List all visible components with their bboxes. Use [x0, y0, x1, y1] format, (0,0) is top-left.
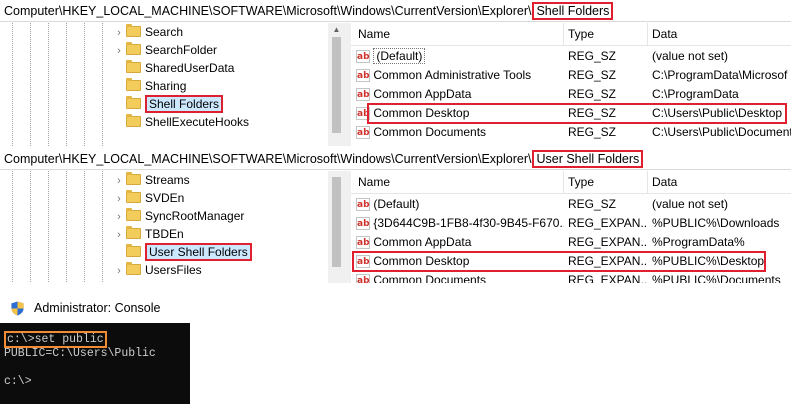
tree-scrollbar[interactable]: ▲: [328, 23, 345, 146]
scroll-up-icon[interactable]: ▲: [328, 23, 345, 37]
tree-item[interactable]: › TBDEn: [112, 225, 184, 243]
folder-icon: [126, 262, 141, 275]
column-type[interactable]: Type: [568, 175, 594, 189]
folder-icon: [126, 172, 141, 185]
string-value-icon: ab: [356, 69, 370, 82]
scroll-thumb[interactable]: [332, 177, 341, 267]
table-row[interactable]: ab (Default) REG_SZ (value not set): [351, 195, 791, 214]
console-body[interactable]: c:\>set public PUBLIC=C:\Users\Public c:…: [0, 323, 190, 404]
address-highlight: User Shell Folders: [532, 150, 644, 168]
address-highlight: Shell Folders: [532, 2, 614, 20]
string-value-icon: ab: [356, 107, 370, 120]
folder-icon: [126, 114, 141, 127]
chevron-right-icon[interactable]: ›: [112, 208, 126, 226]
tree-item[interactable]: › SVDEn: [112, 189, 184, 207]
table-row[interactable]: ab Common Documents REG_SZ C:\Users\Publ…: [351, 123, 791, 142]
column-name[interactable]: Name: [358, 27, 390, 41]
string-value-icon: ab: [356, 88, 370, 101]
console-command: set public: [34, 333, 104, 346]
tree-guides: [0, 23, 112, 146]
values-list: Name Type Data ab (Default) REG_SZ (valu…: [351, 171, 791, 283]
console-prompt-2: c:\>: [4, 375, 32, 388]
address-bar[interactable]: Computer\HKEY_LOCAL_MACHINE\SOFTWARE\Mic…: [0, 0, 791, 22]
table-row[interactable]: ab Common AppData REG_SZ C:\ProgramData: [351, 85, 791, 104]
registry-panel-user-shell-folders: Computer\HKEY_LOCAL_MACHINE\SOFTWARE\Mic…: [0, 148, 791, 283]
list-header: Name Type Data: [351, 23, 791, 46]
folder-icon: [126, 226, 141, 239]
column-data[interactable]: Data: [652, 27, 677, 41]
address-path: Computer\HKEY_LOCAL_MACHINE\SOFTWARE\Mic…: [4, 4, 532, 18]
tree-item-selected[interactable]: ›User Shell Folders: [112, 243, 252, 261]
tree-guides: [0, 171, 112, 283]
table-row[interactable]: ab Common Documents REG_EXPAN... %PUBLIC…: [351, 271, 791, 283]
tree-item[interactable]: › SearchFolder: [112, 41, 217, 59]
console-title: Administrator: Console: [34, 301, 161, 315]
key-tree: ›Search ›SearchFolder ›SharedUserData ›S…: [0, 23, 345, 146]
table-row[interactable]: ab Common Desktop REG_SZ C:\Users\Public…: [351, 104, 791, 123]
values-list: Name Type Data ab (Default) REG_SZ (valu…: [351, 23, 791, 146]
tree-item[interactable]: › Streams: [112, 171, 190, 189]
column-name[interactable]: Name: [358, 175, 390, 189]
table-row[interactable]: ab Common AppData REG_EXPAN... %ProgramD…: [351, 233, 791, 252]
string-value-icon: ab: [356, 126, 370, 139]
console-window: Administrator: Console c:\>set public PU…: [0, 294, 190, 404]
registry-panel-shell-folders: Computer\HKEY_LOCAL_MACHINE\SOFTWARE\Mic…: [0, 0, 791, 146]
string-value-icon: ab: [356, 236, 370, 249]
string-value-icon: ab: [356, 217, 370, 230]
string-value-icon: ab: [356, 255, 370, 268]
folder-icon: [126, 190, 141, 203]
tree-item[interactable]: › SyncRootManager: [112, 207, 244, 225]
chevron-right-icon[interactable]: ›: [112, 42, 126, 60]
chevron-right-icon[interactable]: ›: [112, 24, 126, 42]
table-row[interactable]: ab Common Desktop REG_EXPAN... %PUBLIC%\…: [351, 252, 791, 271]
string-value-icon: ab: [356, 50, 370, 63]
console-prompt: c:\>: [7, 333, 35, 346]
console-titlebar[interactable]: Administrator: Console: [0, 294, 190, 323]
folder-icon: [126, 42, 141, 55]
tree-item[interactable]: ›ShellExecuteHooks: [112, 113, 249, 131]
string-value-icon: ab: [356, 274, 370, 283]
tree-item[interactable]: ›Sharing: [112, 77, 186, 95]
chevron-right-icon[interactable]: ›: [112, 172, 126, 190]
folder-icon: [126, 24, 141, 37]
table-row[interactable]: ab (Default) REG_SZ (value not set): [351, 47, 791, 66]
folder-icon: [126, 96, 141, 109]
tree-item-selected[interactable]: ›Shell Folders: [112, 95, 224, 113]
folder-icon: [126, 78, 141, 91]
tree-item[interactable]: › UsersFiles: [112, 261, 202, 279]
string-value-icon: ab: [356, 198, 370, 211]
uac-shield-icon: [11, 301, 24, 316]
folder-icon: [126, 208, 141, 221]
table-row[interactable]: ab Common Administrative Tools REG_SZ C:…: [351, 66, 791, 85]
chevron-right-icon[interactable]: ›: [112, 190, 126, 208]
tree-item[interactable]: › Search: [112, 23, 183, 41]
chevron-right-icon[interactable]: ›: [112, 262, 126, 280]
column-data[interactable]: Data: [652, 175, 677, 189]
tree-item[interactable]: ›SharedUserData: [112, 59, 234, 77]
table-row[interactable]: ab {3D644C9B-1FB8-4f30-9B45-F670... REG_…: [351, 214, 791, 233]
list-header: Name Type Data: [351, 171, 791, 194]
command-highlight: c:\>set public: [4, 331, 107, 348]
address-bar[interactable]: Computer\HKEY_LOCAL_MACHINE\SOFTWARE\Mic…: [0, 148, 791, 170]
console-output: PUBLIC=C:\Users\Public: [4, 347, 156, 360]
chevron-right-icon[interactable]: ›: [112, 226, 126, 244]
address-path: Computer\HKEY_LOCAL_MACHINE\SOFTWARE\Mic…: [4, 152, 532, 166]
key-tree: › Streams › SVDEn › SyncRootManager › TBDEn …: [0, 171, 345, 283]
folder-icon: [126, 60, 141, 73]
column-type[interactable]: Type: [568, 27, 594, 41]
tree-scrollbar[interactable]: [328, 171, 345, 283]
folder-icon: [126, 244, 141, 257]
scroll-thumb[interactable]: [332, 37, 341, 133]
